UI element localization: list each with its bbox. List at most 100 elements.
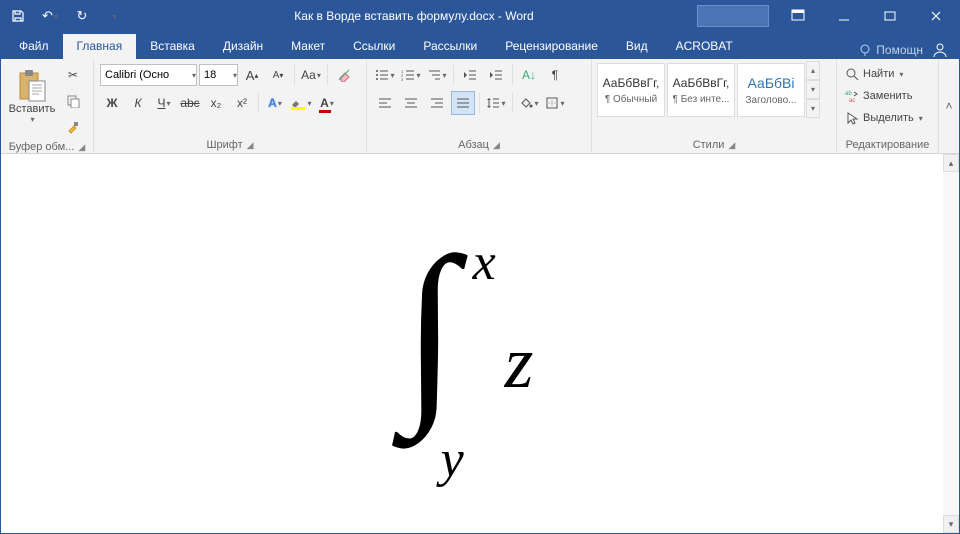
word-window: ↶▾ ↻ ▾ Как в Ворде вставить формулу.docx… xyxy=(0,0,960,534)
find-button[interactable]: Найти▾ xyxy=(843,63,932,85)
tab-insert[interactable]: Вставка xyxy=(136,34,209,59)
close-button[interactable] xyxy=(913,1,959,31)
equation[interactable]: ∫ x y z xyxy=(411,239,534,459)
save-icon xyxy=(11,9,25,23)
align-justify-button[interactable] xyxy=(451,91,475,115)
replace-icon: abac xyxy=(845,89,859,103)
strike-button[interactable]: abc xyxy=(178,91,202,115)
style-normal[interactable]: АаБбВвГг, ¶ Обычный xyxy=(597,63,665,117)
scroll-down-button[interactable]: ▾ xyxy=(943,515,959,533)
sort-button[interactable]: A↓ xyxy=(517,63,541,87)
style-no-spacing[interactable]: АаБбВвГг, ¶ Без инте... xyxy=(667,63,735,117)
styles-down-button[interactable]: ▾ xyxy=(806,80,820,99)
format-painter-button[interactable] xyxy=(61,115,85,139)
group-font: ▾ ▾ A▴ A▾ Aa▾ Ж К Ч▾ abc x₂ x² xyxy=(94,59,367,153)
scroll-up-button[interactable]: ▴ xyxy=(943,154,959,172)
document-area: ∫ x y z ▴ ▾ xyxy=(1,154,959,533)
tell-me-label: Помощн xyxy=(876,43,923,57)
tab-references[interactable]: Ссылки xyxy=(339,34,409,59)
bold-button[interactable]: Ж xyxy=(100,91,124,115)
indent-button[interactable] xyxy=(484,63,508,87)
font-size-combo[interactable]: ▾ xyxy=(199,64,238,86)
tab-file[interactable]: Файл xyxy=(5,34,63,59)
tab-review[interactable]: Рецензирование xyxy=(491,34,612,59)
title-bar: ↶▾ ↻ ▾ Как в Ворде вставить формулу.docx… xyxy=(1,1,959,31)
scissors-icon: ✂ xyxy=(68,68,78,82)
styles-scroll: ▴ ▾ ▾ xyxy=(806,61,820,137)
tell-me[interactable]: Помощн xyxy=(858,43,923,57)
group-editing-label: Редактирование xyxy=(846,139,930,151)
dialog-launcher-icon[interactable]: ◢ xyxy=(247,140,254,151)
redo-button[interactable]: ↻ xyxy=(69,3,95,29)
account-slot[interactable] xyxy=(697,5,769,27)
outdent-button[interactable] xyxy=(458,63,482,87)
maximize-button[interactable] xyxy=(867,1,913,31)
multilevel-button[interactable]: ▾ xyxy=(425,63,449,87)
font-name-combo[interactable]: ▾ xyxy=(100,64,197,86)
align-right-button[interactable] xyxy=(425,91,449,115)
superscript-button[interactable]: x² xyxy=(230,91,254,115)
minimize-button[interactable] xyxy=(821,1,867,31)
tab-design[interactable]: Дизайн xyxy=(209,34,277,59)
styles-up-button[interactable]: ▴ xyxy=(806,61,820,80)
grow-font-button[interactable]: A▴ xyxy=(240,63,264,87)
copy-button[interactable] xyxy=(61,89,85,113)
group-styles: АаБбВвГг, ¶ Обычный АаБбВвГг, ¶ Без инте… xyxy=(592,59,837,153)
clear-format-button[interactable] xyxy=(332,63,356,87)
font-size-input[interactable] xyxy=(200,66,232,84)
tab-home[interactable]: Главная xyxy=(63,34,137,59)
tab-acrobat[interactable]: ACROBAT xyxy=(662,34,747,59)
dialog-launcher-icon[interactable]: ◢ xyxy=(78,142,85,153)
group-paragraph-label: Абзац xyxy=(458,139,489,151)
ribbon-options-button[interactable] xyxy=(775,1,821,31)
replace-button[interactable]: abac Заменить xyxy=(843,85,932,107)
svg-text:ac: ac xyxy=(849,98,855,103)
change-case-button[interactable]: Aa▾ xyxy=(299,63,323,87)
paste-icon xyxy=(17,69,47,103)
select-button[interactable]: Выделить▾ xyxy=(843,107,932,129)
title-right xyxy=(697,1,959,31)
undo-button[interactable]: ↶▾ xyxy=(37,3,63,29)
align-left-button[interactable] xyxy=(373,91,397,115)
indent-icon xyxy=(489,69,503,81)
highlight-button[interactable]: ▾ xyxy=(289,91,313,115)
font-name-input[interactable] xyxy=(101,66,191,84)
scroll-track[interactable] xyxy=(943,172,959,515)
numbering-button[interactable]: 123▾ xyxy=(399,63,423,87)
lower-limit: y xyxy=(441,430,464,489)
show-marks-button[interactable]: ¶ xyxy=(543,63,567,87)
search-icon xyxy=(845,67,859,81)
subscript-button[interactable]: x₂ xyxy=(204,91,228,115)
group-clipboard: Вставить▾ ✂ Буфер обм...◢ xyxy=(1,59,94,153)
style-heading[interactable]: АаБбВі Заголово... xyxy=(737,63,805,117)
italic-button[interactable]: К xyxy=(126,91,150,115)
paste-button[interactable]: Вставить▾ xyxy=(5,61,59,131)
tab-view[interactable]: Вид xyxy=(612,34,662,59)
dialog-launcher-icon[interactable]: ◢ xyxy=(728,140,735,151)
shading-button[interactable]: ▾ xyxy=(517,91,541,115)
copy-icon xyxy=(66,94,80,108)
svg-text:ab: ab xyxy=(845,91,852,97)
borders-button[interactable]: ▾ xyxy=(543,91,567,115)
bullets-button[interactable]: ▾ xyxy=(373,63,397,87)
font-color-button[interactable]: A▾ xyxy=(315,91,339,115)
save-button[interactable] xyxy=(5,3,31,29)
cut-button[interactable]: ✂ xyxy=(61,63,85,87)
ribbon-tabs: Файл Главная Вставка Дизайн Макет Ссылки… xyxy=(1,31,959,59)
styles-more-button[interactable]: ▾ xyxy=(806,99,820,118)
shrink-font-button[interactable]: A▾ xyxy=(266,63,290,87)
text-effects-button[interactable]: A▾ xyxy=(263,91,287,115)
collapse-ribbon-button[interactable]: ˄ xyxy=(939,59,959,153)
tab-layout[interactable]: Макет xyxy=(277,34,339,59)
underline-button[interactable]: Ч▾ xyxy=(152,91,176,115)
align-center-button[interactable] xyxy=(399,91,423,115)
vertical-scrollbar[interactable]: ▴ ▾ xyxy=(943,154,959,533)
line-spacing-button[interactable]: ▾ xyxy=(484,91,508,115)
page[interactable]: ∫ x y z xyxy=(1,154,943,533)
dialog-launcher-icon[interactable]: ◢ xyxy=(493,140,500,151)
qat-customize[interactable]: ▾ xyxy=(101,3,127,29)
integrand: z xyxy=(505,321,534,406)
tab-mail[interactable]: Рассылки xyxy=(409,34,491,59)
svg-text:3: 3 xyxy=(401,77,404,81)
user-icon[interactable] xyxy=(931,41,949,59)
